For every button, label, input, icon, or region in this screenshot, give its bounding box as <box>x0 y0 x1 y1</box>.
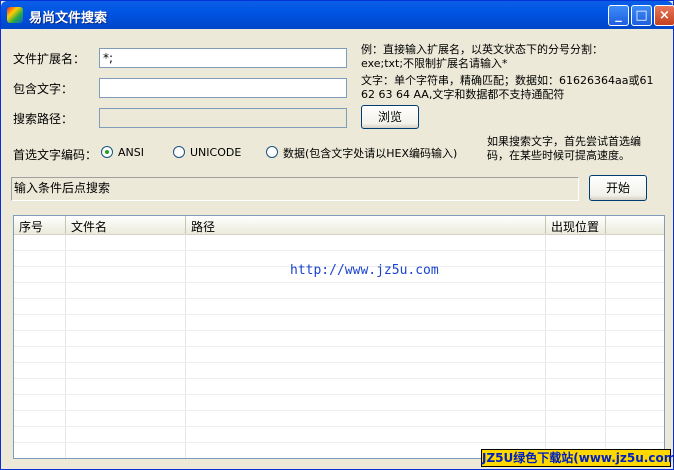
encoding-unicode-label[interactable]: UNICODE <box>190 146 241 159</box>
row-grid-line <box>14 362 664 363</box>
encoding-ansi-radio[interactable] <box>101 146 113 158</box>
encoding-note-line2: 码，在某些时候可提高速度。 <box>487 149 630 162</box>
browse-button[interactable]: 浏览 <box>361 105 419 129</box>
row-grid-line <box>14 410 664 411</box>
search-path-input[interactable] <box>99 108 347 128</box>
row-grid-line <box>14 250 664 251</box>
encoding-unicode-radio[interactable] <box>173 146 185 158</box>
column-header-path[interactable]: 路径 <box>186 216 546 234</box>
extension-label: 文件扩展名： <box>13 52 86 66</box>
row-grid-line <box>14 314 664 315</box>
column-header-index[interactable]: 序号 <box>14 216 66 234</box>
title-bar[interactable]: 易尚文件搜索 _ □ × <box>1 1 674 29</box>
row-grid-line <box>14 346 664 347</box>
encoding-note-line1: 如果搜索文字，首先尝试首选编 <box>487 135 641 148</box>
contain-text-input[interactable] <box>99 78 347 98</box>
contain-hint-line2: 62 63 64 AA,文字和数据都不支持通配符 <box>361 88 565 101</box>
row-grid-line <box>14 394 664 395</box>
encoding-ansi-label[interactable]: ANSI <box>118 146 144 159</box>
start-button[interactable]: 开始 <box>589 175 647 201</box>
row-grid-line <box>14 330 664 331</box>
app-icon <box>7 7 23 23</box>
extension-input[interactable]: *; <box>99 48 347 68</box>
overlay-url-text: http://www.jz5u.com <box>290 263 439 278</box>
results-header: 序号 文件名 路径 出现位置 <box>14 216 664 235</box>
row-grid-line <box>14 378 664 379</box>
window-title: 易尚文件搜索 <box>29 11 108 26</box>
column-header-position[interactable]: 出现位置 <box>546 216 606 234</box>
extension-hint-line1: 例：直接输入扩展名，以英文状态下的分号分割： <box>361 43 603 56</box>
column-header-filename[interactable]: 文件名 <box>66 216 186 234</box>
row-grid-line <box>14 442 664 443</box>
watermark-banner: JZ5U绿色下载站(www.jz5u.com) <box>481 449 674 467</box>
search-path-label: 搜索路径： <box>13 112 74 126</box>
row-grid-line <box>14 298 664 299</box>
encoding-data-label[interactable]: 数据(包含文字处请以HEX编码输入) <box>283 145 457 161</box>
encoding-data-radio[interactable] <box>266 146 278 158</box>
row-grid-line <box>14 426 664 427</box>
results-list[interactable]: 序号 文件名 路径 出现位置 http://www.jz5u.com <box>13 215 665 459</box>
status-text: 输入条件后点搜索 <box>11 177 579 201</box>
contain-text-label: 包含文字： <box>13 82 74 96</box>
close-button[interactable]: × <box>654 5 674 26</box>
maximize-button[interactable]: □ <box>631 5 652 26</box>
row-grid-line <box>14 282 664 283</box>
app-window: 易尚文件搜索 _ □ × 文件扩展名： *; 例：直接输入扩展名，以英文状态下的… <box>0 0 674 470</box>
extension-hint-line2: exe;txt;不限制扩展名请输入* <box>361 57 508 70</box>
contain-hint-line1: 文字：单个字符串，精确匹配；数据如：61626364aa或61 <box>361 74 654 87</box>
minimize-button[interactable]: _ <box>608 5 629 26</box>
encoding-label: 首选文字编码： <box>13 148 98 162</box>
